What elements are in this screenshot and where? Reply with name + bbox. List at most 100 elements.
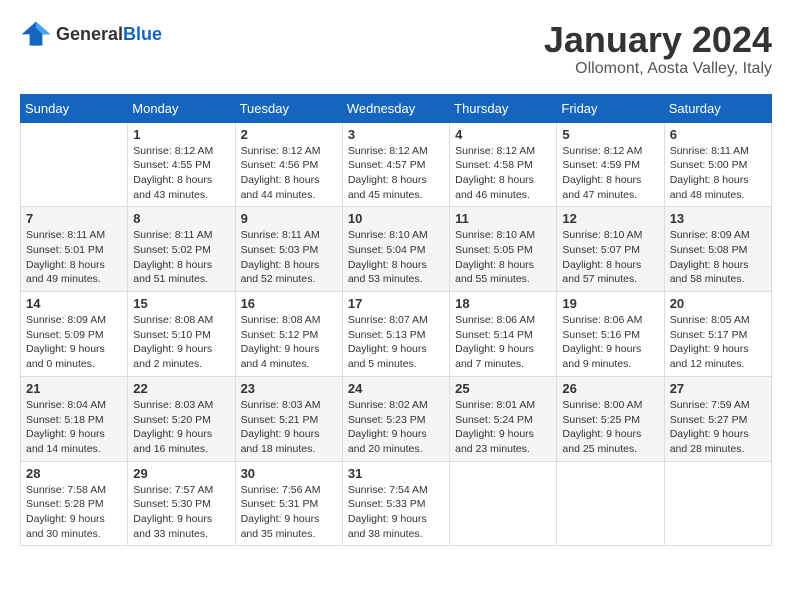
day-number: 23 [241,381,337,396]
day-info: Sunrise: 7:59 AMSunset: 5:27 PMDaylight:… [670,398,766,457]
day-info: Sunrise: 7:56 AMSunset: 5:31 PMDaylight:… [241,483,337,542]
calendar-week-row: 1Sunrise: 8:12 AMSunset: 4:55 PMDaylight… [21,122,772,207]
calendar-week-row: 28 Sunrise: 7:58 AMSunset: 5:28 PMDayligh… [21,461,772,546]
calendar-cell [664,461,771,546]
day-info: Sunrise: 8:12 AMSunset: 4:57 PMDaylight:… [348,144,444,203]
day-number: 14 [26,296,122,311]
calendar-body: 1Sunrise: 8:12 AMSunset: 4:55 PMDaylight… [21,122,772,546]
calendar-cell: 15Sunrise: 8:08 AMSunset: 5:10 PMDayligh… [128,292,235,377]
day-info: Sunrise: 8:03 AMSunset: 5:20 PMDaylight:… [133,398,229,457]
logo: General Blue [20,20,162,48]
day-info: Sunrise: 8:01 AMSunset: 5:24 PMDaylight:… [455,398,551,457]
logo-text-general: General [56,24,123,45]
day-number: 1 [133,127,229,142]
day-number: 4 [455,127,551,142]
day-info: Sunrise: 8:06 AMSunset: 5:16 PMDaylight:… [562,313,658,372]
day-info: Sunrise: 8:11 AMSunset: 5:02 PMDaylight:… [133,228,229,287]
day-info: Sunrise: 8:06 AMSunset: 5:14 PMDaylight:… [455,313,551,372]
location-subtitle: Ollomont, Aosta Valley, Italy [544,60,772,78]
day-info: Sunrise: 8:10 AMSunset: 5:05 PMDaylight:… [455,228,551,287]
calendar-cell: 9 Sunrise: 8:11 AMSunset: 5:03 PMDaylight… [235,207,342,292]
calendar-week-row: 7Sunrise: 8:11 AMSunset: 5:01 PMDaylight… [21,207,772,292]
day-number: 31 [348,466,444,481]
calendar-cell: 22 Sunrise: 8:03 AMSunset: 5:20 PMDayligh… [128,376,235,461]
day-info: Sunrise: 8:12 AMSunset: 4:56 PMDaylight:… [241,144,337,203]
day-number: 6 [670,127,766,142]
calendar-cell: 11 Sunrise: 8:10 AMSunset: 5:05 PMDayligh… [450,207,557,292]
day-info: Sunrise: 8:00 AMSunset: 5:25 PMDaylight:… [562,398,658,457]
day-info: Sunrise: 8:09 AMSunset: 5:09 PMDaylight:… [26,313,122,372]
calendar-cell: 13 Sunrise: 8:09 AMSunset: 5:08 PMDayligh… [664,207,771,292]
day-info: Sunrise: 8:11 AMSunset: 5:00 PMDaylight:… [670,144,766,203]
day-info: Sunrise: 8:07 AMSunset: 5:13 PMDaylight:… [348,313,444,372]
day-info: Sunrise: 8:04 AMSunset: 5:18 PMDaylight:… [26,398,122,457]
day-number: 8 [133,211,229,226]
day-info: Sunrise: 8:08 AMSunset: 5:12 PMDaylight:… [241,313,337,372]
weekday-header-friday: Friday [557,94,664,122]
day-info: Sunrise: 8:12 AMSunset: 4:59 PMDaylight:… [562,144,658,203]
calendar-cell: 27Sunrise: 7:59 AMSunset: 5:27 PMDayligh… [664,376,771,461]
calendar-cell: 29Sunrise: 7:57 AMSunset: 5:30 PMDayligh… [128,461,235,546]
weekday-header-wednesday: Wednesday [342,94,449,122]
day-info: Sunrise: 8:08 AMSunset: 5:10 PMDaylight:… [133,313,229,372]
calendar-cell: 24 Sunrise: 8:02 AMSunset: 5:23 PMDayligh… [342,376,449,461]
calendar-table: SundayMondayTuesdayWednesdayThursdayFrid… [20,94,772,547]
day-number: 9 [241,211,337,226]
calendar-header: SundayMondayTuesdayWednesdayThursdayFrid… [21,94,772,122]
calendar-cell: 12 Sunrise: 8:10 AMSunset: 5:07 PMDayligh… [557,207,664,292]
calendar-cell: 25 Sunrise: 8:01 AMSunset: 5:24 PMDayligh… [450,376,557,461]
day-info: Sunrise: 8:10 AMSunset: 5:04 PMDaylight:… [348,228,444,287]
day-number: 25 [455,381,551,396]
day-info: Sunrise: 8:09 AMSunset: 5:08 PMDaylight:… [670,228,766,287]
day-number: 20 [670,296,766,311]
day-number: 18 [455,296,551,311]
calendar-cell: 14 Sunrise: 8:09 AMSunset: 5:09 PMDayligh… [21,292,128,377]
calendar-cell: 30 Sunrise: 7:56 AMSunset: 5:31 PMDayligh… [235,461,342,546]
calendar-week-row: 14 Sunrise: 8:09 AMSunset: 5:09 PMDayligh… [21,292,772,377]
weekday-header-monday: Monday [128,94,235,122]
day-number: 17 [348,296,444,311]
calendar-cell: 7Sunrise: 8:11 AMSunset: 5:01 PMDaylight… [21,207,128,292]
calendar-cell: 8 Sunrise: 8:11 AMSunset: 5:02 PMDaylight… [128,207,235,292]
calendar-week-row: 21 Sunrise: 8:04 AMSunset: 5:18 PMDayligh… [21,376,772,461]
calendar-cell: 2 Sunrise: 8:12 AMSunset: 4:56 PMDaylight… [235,122,342,207]
day-number: 28 [26,466,122,481]
calendar-cell: 21 Sunrise: 8:04 AMSunset: 5:18 PMDayligh… [21,376,128,461]
weekday-header-saturday: Saturday [664,94,771,122]
day-number: 11 [455,211,551,226]
calendar-cell: 28 Sunrise: 7:58 AMSunset: 5:28 PMDayligh… [21,461,128,546]
day-info: Sunrise: 8:10 AMSunset: 5:07 PMDaylight:… [562,228,658,287]
page-header: General Blue January 2024 Ollomont, Aost… [20,20,772,78]
weekday-header-tuesday: Tuesday [235,94,342,122]
weekday-header-sunday: Sunday [21,94,128,122]
day-number: 22 [133,381,229,396]
month-year-title: January 2024 [544,20,772,60]
calendar-cell [21,122,128,207]
calendar-cell: 19 Sunrise: 8:06 AMSunset: 5:16 PMDayligh… [557,292,664,377]
day-number: 30 [241,466,337,481]
calendar-cell: 4Sunrise: 8:12 AMSunset: 4:58 PMDaylight… [450,122,557,207]
calendar-cell: 3 Sunrise: 8:12 AMSunset: 4:57 PMDaylight… [342,122,449,207]
calendar-cell: 26Sunrise: 8:00 AMSunset: 5:25 PMDayligh… [557,376,664,461]
day-number: 21 [26,381,122,396]
day-number: 2 [241,127,337,142]
calendar-cell: 10Sunrise: 8:10 AMSunset: 5:04 PMDayligh… [342,207,449,292]
calendar-cell: 16 Sunrise: 8:08 AMSunset: 5:12 PMDayligh… [235,292,342,377]
day-info: Sunrise: 8:02 AMSunset: 5:23 PMDaylight:… [348,398,444,457]
day-info: Sunrise: 8:11 AMSunset: 5:03 PMDaylight:… [241,228,337,287]
day-info: Sunrise: 8:05 AMSunset: 5:17 PMDaylight:… [670,313,766,372]
day-info: Sunrise: 8:11 AMSunset: 5:01 PMDaylight:… [26,228,122,287]
day-info: Sunrise: 7:58 AMSunset: 5:28 PMDaylight:… [26,483,122,542]
day-number: 19 [562,296,658,311]
day-number: 24 [348,381,444,396]
weekday-header-row: SundayMondayTuesdayWednesdayThursdayFrid… [21,94,772,122]
title-block: January 2024 Ollomont, Aosta Valley, Ita… [544,20,772,78]
day-number: 12 [562,211,658,226]
day-number: 16 [241,296,337,311]
calendar-cell [450,461,557,546]
day-number: 3 [348,127,444,142]
day-number: 13 [670,211,766,226]
calendar-cell: 6 Sunrise: 8:11 AMSunset: 5:00 PMDaylight… [664,122,771,207]
calendar-cell: 20 Sunrise: 8:05 AMSunset: 5:17 PMDayligh… [664,292,771,377]
calendar-cell: 1Sunrise: 8:12 AMSunset: 4:55 PMDaylight… [128,122,235,207]
